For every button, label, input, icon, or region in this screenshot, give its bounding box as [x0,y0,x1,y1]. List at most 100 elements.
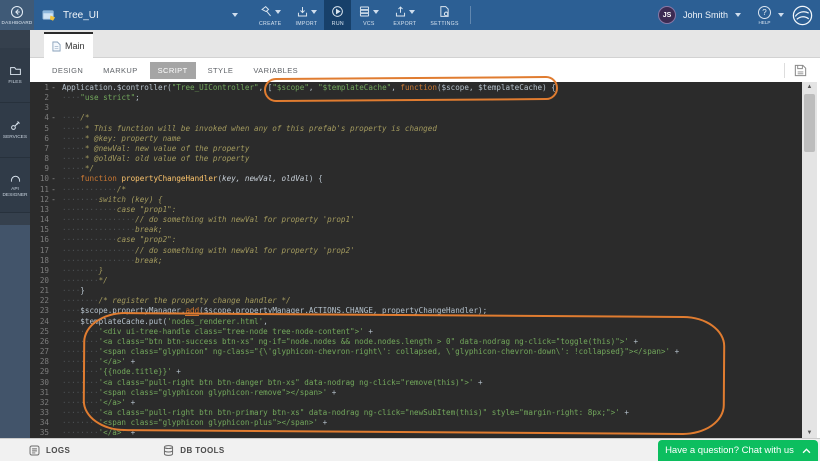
gutter-spacer [49,367,58,377]
code-line[interactable]: 20········*/ [30,276,802,286]
bottom-logs[interactable]: LOGS [28,444,70,457]
dashboard-button[interactable]: DASHBOARD [0,0,34,30]
line-number: 22 [30,296,49,306]
scroll-up-icon[interactable]: ▲ [802,82,817,92]
help-label: HELP [758,20,770,25]
code-text: ················break; [62,256,163,266]
menu-import[interactable]: IMPORT [288,0,324,30]
code-line[interactable]: 5·····* This function will be invoked wh… [30,124,802,134]
sidebar-item-files[interactable]: FILES [0,48,30,103]
code-line[interactable]: 32········'</a>' + [30,398,802,408]
code-text: ············case "prop1": [62,205,176,215]
chevron-down-icon [373,10,379,14]
code-line[interactable]: 1-Application.$controller("Tree_UIContro… [30,83,802,93]
gutter-spacer [49,144,58,154]
gutter-spacer [49,398,58,408]
subtab-markup[interactable]: MARKUP [95,62,146,79]
code-line[interactable]: 11-············/* [30,185,802,195]
code-line[interactable]: 24····$templateCache.put('nodes_renderer… [30,317,802,327]
menu-label: CREATE [259,21,281,27]
code-line[interactable]: 23····$scope.propertyManager.add($scope.… [30,306,802,316]
menu-export[interactable]: EXPORT [386,0,423,30]
line-number: 27 [30,347,49,357]
line-number: 16 [30,235,49,245]
subtab-variables[interactable]: VARIABLES [245,62,306,79]
code-line[interactable]: 13············case "prop1": [30,205,802,215]
subtab-design[interactable]: DESIGN [44,62,91,79]
line-number: 5 [30,124,49,134]
menu-label: EXPORT [393,21,416,27]
menu-create[interactable]: CREATE [252,0,288,30]
sidebar-item-services[interactable]: SERVICES [0,103,30,158]
fold-marker-icon[interactable]: - [49,83,58,93]
scrollbar-thumb[interactable] [804,94,815,152]
menu-run[interactable]: RUN [324,0,351,30]
code-line[interactable]: 9·····*/ [30,164,802,174]
ide-window: DASHBOARD Tree_UI CREATE IMPORTRUNVCS EXPO… [0,0,820,461]
code-line[interactable]: 21····} [30,286,802,296]
code-text: ········'<span class="glyphicon" ng-clas… [62,347,679,357]
scroll-down-icon[interactable]: ▼ [802,428,817,438]
code-line[interactable]: 16············case "prop2": [30,235,802,245]
avatar[interactable]: JS [658,6,676,24]
code-line[interactable]: 27 ········'<span class="glyphicon" ng-cl… [30,347,802,357]
fold-marker-icon[interactable]: - [49,113,58,123]
code-line[interactable]: 30········'<a class="pull-right btn btn-… [30,378,802,388]
gutter-spacer [49,286,58,296]
user-menu-chevron-icon[interactable] [735,13,741,17]
code-editor[interactable]: 1-Application.$controller("Tree_UIContro… [30,82,802,438]
code-line[interactable]: 6·····* @key: property name [30,134,802,144]
bottom-db-tools[interactable]: DB TOOLS [162,444,224,457]
subtab-style[interactable]: STYLE [200,62,242,79]
code-line[interactable]: 29········'{{node.title}}' + [30,367,802,377]
line-number: 11 [30,185,49,195]
menu-vcs[interactable]: VCS [351,0,386,30]
code-line[interactable]: 7·····* @newVal: new value of the proper… [30,144,802,154]
chat-button[interactable]: Have a question? Chat with us [658,440,818,461]
project-switcher[interactable]: Tree_UI [42,0,252,30]
code-line[interactable]: 18················break; [30,256,802,266]
code-line[interactable]: 26········'<a class="btn btn-success btn… [30,337,802,347]
fold-marker-icon[interactable]: - [49,195,58,205]
code-line[interactable]: 14················// do something with n… [30,215,802,225]
code-line[interactable]: 35········'</a>' + [30,428,802,438]
line-number: 14 [30,215,49,225]
code-line[interactable]: 12-········switch (key) { [30,195,802,205]
fold-marker-icon[interactable]: - [49,185,58,195]
code-line[interactable]: 15················break; [30,225,802,235]
code-line[interactable]: 31········'<span class="glyphicon glyphi… [30,388,802,398]
api-arc-icon [9,171,22,184]
subtab-script[interactable]: SCRIPT [150,62,196,79]
editor-toolbar: DESIGNMARKUPSCRIPTSTYLEVARIABLES [30,58,820,82]
line-number: 15 [30,225,49,235]
code-line[interactable]: 4-····/* [30,113,802,123]
fold-marker-icon[interactable]: - [49,174,58,184]
code-line[interactable]: 10-····function propertyChangeHandler(ke… [30,174,802,184]
code-line[interactable]: 28········'</a>' + [30,357,802,367]
editor-scrollbar[interactable]: ▲ ▼ [802,82,817,438]
stack-icon [358,5,371,18]
code-line[interactable]: 22········/* register the property chang… [30,296,802,306]
gutter-spacer [49,378,58,388]
code-line[interactable]: 8·····* @oldVal: old value of the proper… [30,154,802,164]
toolbar-right [784,63,820,78]
save-file-icon[interactable] [793,63,814,78]
gutter-spacer [49,103,58,113]
code-line[interactable]: 17················// do something with n… [30,246,802,256]
line-number: 32 [30,398,49,408]
code-line[interactable]: 34········'<span class="glyphicon glyphi… [30,418,802,428]
tab-main[interactable]: Main [44,32,93,58]
code-line[interactable]: 33········'<a class="pull-right btn btn-… [30,408,802,418]
code-line[interactable]: 3 [30,103,802,113]
line-number: 20 [30,276,49,286]
code-line[interactable]: 2····"use strict"; [30,93,802,103]
file-gear-icon [438,5,451,18]
sidebar-item-api-designer[interactable]: API DESIGNER [0,158,30,213]
help-chevron-icon[interactable] [778,13,784,17]
line-number: 30 [30,378,49,388]
code-line[interactable]: 19········} [30,266,802,276]
menu-settings[interactable]: SETTINGS [423,0,465,30]
code-text: ····"use strict"; [62,93,140,103]
code-line[interactable]: 25········'<div ui-tree-handle class="tr… [30,327,802,337]
help-button[interactable]: ? HELP [758,6,771,25]
